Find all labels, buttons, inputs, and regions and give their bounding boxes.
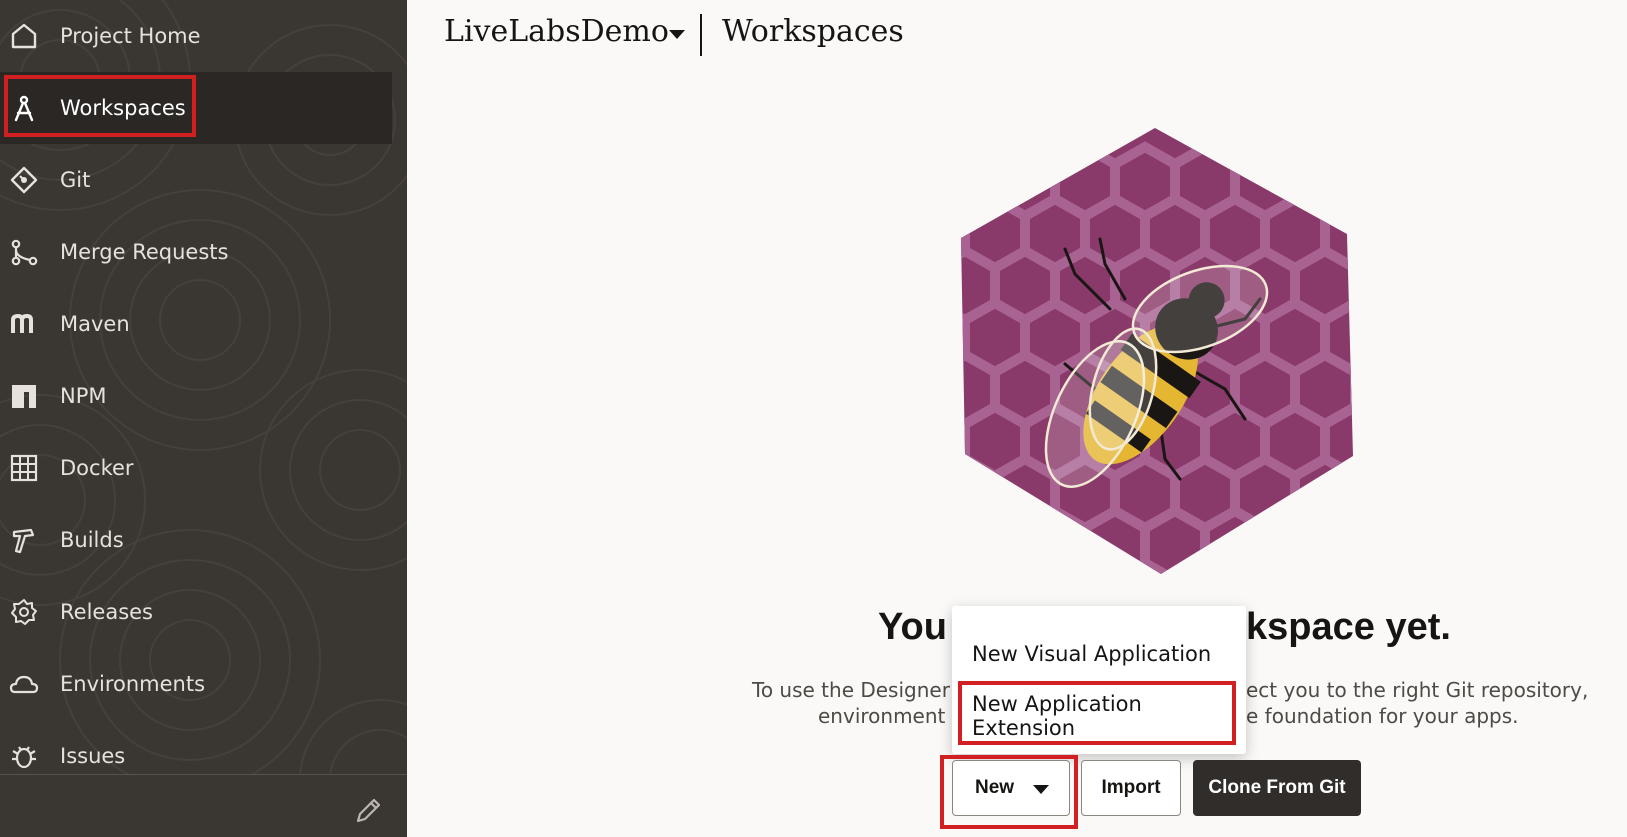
sidebar-item-builds[interactable]: Builds — [0, 504, 392, 576]
sidebar-item-label: Releases — [60, 600, 153, 624]
sidebar-item-label: Workspaces — [60, 96, 186, 120]
gear-badge-icon — [8, 596, 40, 628]
compass-icon — [8, 92, 40, 124]
sidebar-item-releases[interactable]: Releases — [0, 576, 392, 648]
npm-icon — [8, 380, 40, 412]
maven-icon — [8, 308, 40, 340]
project-name[interactable]: LiveLabsDemo — [444, 14, 669, 49]
clone-from-git-button[interactable]: Clone From Git — [1193, 760, 1361, 816]
sidebar-item-label: Merge Requests — [60, 240, 229, 264]
sidebar-item-label: Docker — [60, 456, 134, 480]
sidebar-footer — [0, 774, 407, 837]
bee-hexagon-illustration — [961, 128, 1353, 574]
import-button[interactable]: Import — [1081, 760, 1181, 816]
sidebar-item-npm[interactable]: NPM — [0, 360, 392, 432]
sidebar-item-label: NPM — [60, 384, 107, 408]
merge-request-icon — [8, 236, 40, 268]
sidebar-item-label: Project Home — [60, 24, 201, 48]
sidebar-item-project-home[interactable]: Project Home — [0, 0, 392, 72]
docker-icon — [8, 452, 40, 484]
sidebar: Project Home Workspaces Git Merge Reques… — [0, 0, 407, 837]
sidebar-item-workspaces[interactable]: Workspaces — [0, 72, 392, 144]
hammer-icon — [8, 524, 40, 556]
sidebar-item-label: Environments — [60, 672, 206, 696]
menu-item-new-visual-application[interactable]: New Visual Application — [952, 626, 1246, 682]
header-divider — [700, 14, 702, 56]
caret-down-icon — [1033, 785, 1049, 794]
sidebar-item-docker[interactable]: Docker — [0, 432, 392, 504]
git-icon — [8, 164, 40, 196]
home-icon — [8, 20, 40, 52]
new-button-label: New — [975, 777, 1015, 798]
sidebar-item-label: Maven — [60, 312, 130, 336]
cloud-icon — [8, 668, 40, 700]
sidebar-item-label: Issues — [60, 744, 126, 768]
new-button[interactable]: New — [952, 760, 1070, 816]
page-title: Workspaces — [722, 14, 904, 49]
chevron-down-icon[interactable] — [666, 26, 688, 42]
pencil-icon[interactable] — [352, 795, 384, 827]
menu-item-new-application-extension[interactable]: New Application Extension — [952, 688, 1246, 744]
sidebar-item-git[interactable]: Git — [0, 144, 392, 216]
sidebar-item-label: Git — [60, 168, 91, 192]
sidebar-item-maven[interactable]: Maven — [0, 288, 392, 360]
new-dropdown-menu: New Visual Application New Application E… — [952, 606, 1246, 754]
bug-icon — [8, 740, 40, 772]
sidebar-item-environments[interactable]: Environments — [0, 648, 392, 720]
sidebar-item-merge-requests[interactable]: Merge Requests — [0, 216, 392, 288]
sidebar-item-label: Builds — [60, 528, 124, 552]
